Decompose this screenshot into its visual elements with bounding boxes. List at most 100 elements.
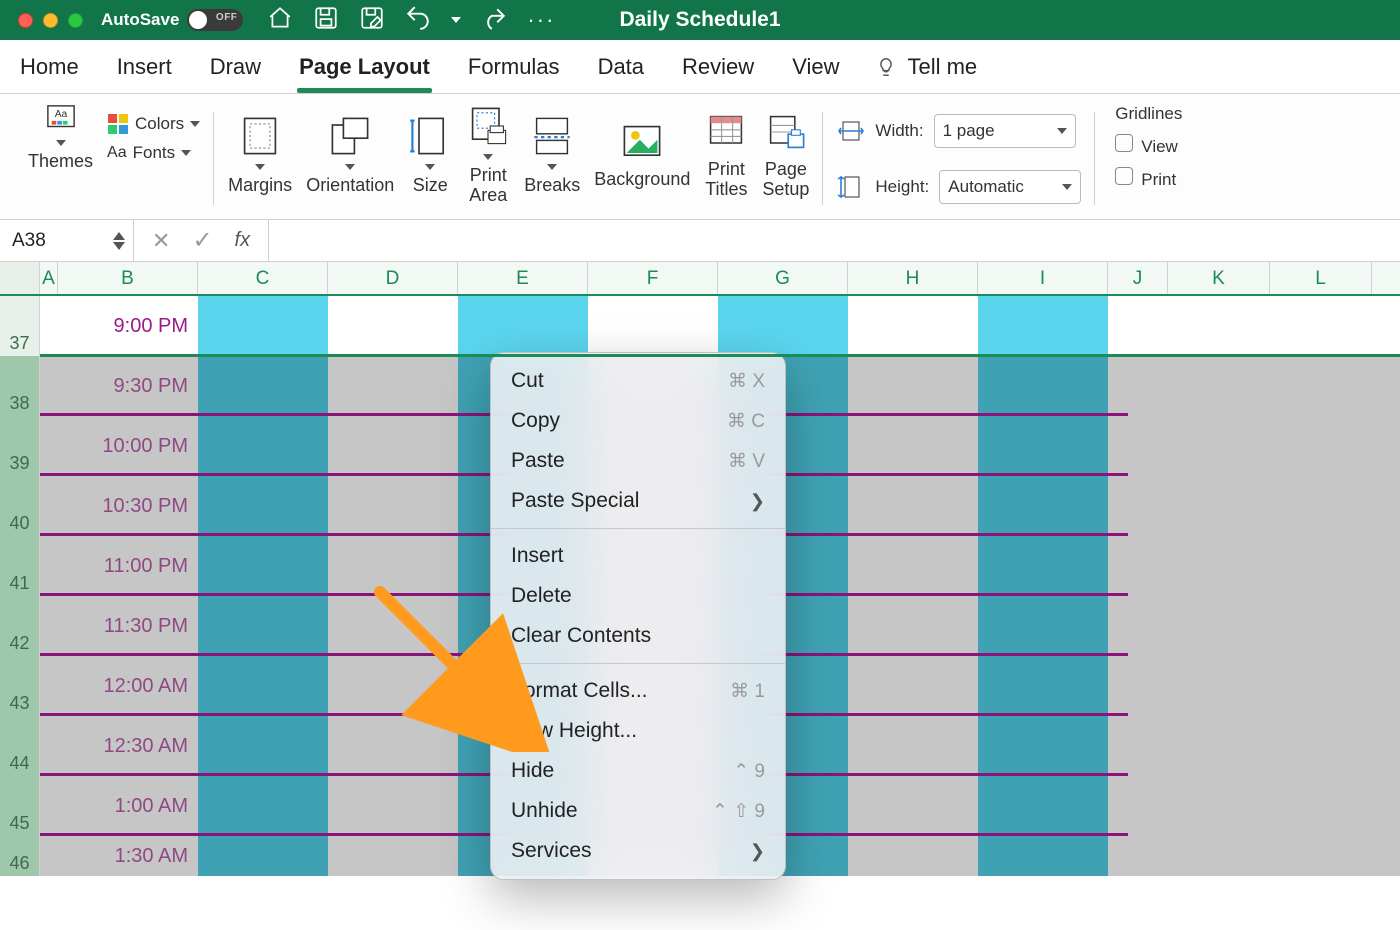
cell-J42[interactable] <box>1108 596 1168 656</box>
cell-H39[interactable] <box>848 416 978 476</box>
cell-L38[interactable] <box>1270 356 1372 416</box>
tell-me-search[interactable]: Tell me <box>875 54 977 80</box>
cell-D46[interactable] <box>328 836 458 876</box>
cell-I43[interactable] <box>978 656 1108 716</box>
cell-C45[interactable] <box>198 776 328 836</box>
print-titles-button[interactable]: Print Titles <box>704 110 748 200</box>
cell-H43[interactable] <box>848 656 978 716</box>
cell-J43[interactable] <box>1108 656 1168 716</box>
cell-K39[interactable] <box>1168 416 1270 476</box>
orientation-button[interactable]: Orientation <box>306 114 394 196</box>
menu-item-unhide[interactable]: Unhide⌃ ⇧ 9 <box>491 791 785 831</box>
width-select[interactable]: 1 page <box>934 114 1076 148</box>
cell-H44[interactable] <box>848 716 978 776</box>
tab-home[interactable]: Home <box>18 50 81 84</box>
col-header-L[interactable]: L <box>1270 262 1372 294</box>
cell-L41[interactable] <box>1270 536 1372 596</box>
cell-J40[interactable] <box>1108 476 1168 536</box>
cell-C40[interactable] <box>198 476 328 536</box>
confirm-icon[interactable]: ✓ <box>192 226 212 255</box>
cell-L40[interactable] <box>1270 476 1372 536</box>
cell-I38[interactable] <box>978 356 1108 416</box>
cell-H46[interactable] <box>848 836 978 876</box>
col-header-F[interactable]: F <box>588 262 718 294</box>
cell-K40[interactable] <box>1168 476 1270 536</box>
cell-B43[interactable]: 12:00 AM <box>58 656 198 716</box>
more-icon[interactable]: ··· <box>527 7 555 33</box>
undo-icon[interactable] <box>405 5 431 36</box>
select-all-corner[interactable] <box>0 262 40 294</box>
cell-H37[interactable] <box>848 296 978 356</box>
cell-I40[interactable] <box>978 476 1108 536</box>
cell-B42[interactable]: 11:30 PM <box>58 596 198 656</box>
size-button[interactable]: Size <box>408 114 452 196</box>
close-window-icon[interactable] <box>18 13 33 28</box>
col-header-D[interactable]: D <box>328 262 458 294</box>
cell-B41[interactable]: 11:00 PM <box>58 536 198 596</box>
cell-E37[interactable] <box>458 296 588 356</box>
colors-button[interactable]: Colors <box>107 113 200 135</box>
cell-C46[interactable] <box>198 836 328 876</box>
minimize-window-icon[interactable] <box>43 13 58 28</box>
height-select[interactable]: Automatic <box>939 170 1081 204</box>
col-header-H[interactable]: H <box>848 262 978 294</box>
cell-B46[interactable]: 1:30 AM <box>58 836 198 876</box>
cell-D44[interactable] <box>328 716 458 776</box>
cell-B38[interactable]: 9:30 PM <box>58 356 198 416</box>
tab-view[interactable]: View <box>790 50 841 84</box>
cell-L46[interactable] <box>1270 836 1372 876</box>
col-header-I[interactable]: I <box>978 262 1108 294</box>
col-header-J[interactable]: J <box>1108 262 1168 294</box>
cell-D45[interactable] <box>328 776 458 836</box>
col-header-B[interactable]: B <box>58 262 198 294</box>
cell-A41[interactable] <box>40 536 58 596</box>
cell-D42[interactable] <box>328 596 458 656</box>
cell-J39[interactable] <box>1108 416 1168 476</box>
row-header-40[interactable]: 40 <box>0 476 40 536</box>
breaks-button[interactable]: Breaks <box>524 114 580 196</box>
cell-I46[interactable] <box>978 836 1108 876</box>
cell-D41[interactable] <box>328 536 458 596</box>
cell-C37[interactable] <box>198 296 328 356</box>
row-header-41[interactable]: 41 <box>0 536 40 596</box>
col-header-A[interactable]: A <box>40 262 58 294</box>
name-box[interactable]: A38 <box>0 220 134 261</box>
menu-item-services[interactable]: Services❯ <box>491 831 785 871</box>
menu-item-clear-contents[interactable]: Clear Contents <box>491 616 785 656</box>
autosave-toggle[interactable]: OFF <box>187 9 243 31</box>
menu-item-delete[interactable]: Delete <box>491 576 785 616</box>
cell-B44[interactable]: 12:30 AM <box>58 716 198 776</box>
cell-I41[interactable] <box>978 536 1108 596</box>
row-header-43[interactable]: 43 <box>0 656 40 716</box>
cell-D43[interactable] <box>328 656 458 716</box>
menu-item-format-cells[interactable]: Format Cells...⌘ 1 <box>491 671 785 711</box>
cell-I45[interactable] <box>978 776 1108 836</box>
background-button[interactable]: Background <box>594 120 690 190</box>
cell-H38[interactable] <box>848 356 978 416</box>
menu-item-paste[interactable]: Paste⌘ V <box>491 441 785 481</box>
cell-J45[interactable] <box>1108 776 1168 836</box>
menu-item-hide[interactable]: Hide⌃ 9 <box>491 751 785 791</box>
cell-K42[interactable] <box>1168 596 1270 656</box>
gridlines-view-checkbox[interactable]: View <box>1115 134 1182 157</box>
themes-button[interactable]: Aa Themes <box>28 104 93 172</box>
gridlines-print-checkbox[interactable]: Print <box>1115 167 1182 190</box>
cell-L37[interactable] <box>1270 296 1372 356</box>
cell-H42[interactable] <box>848 596 978 656</box>
menu-item-paste-special[interactable]: Paste Special❯ <box>491 481 785 521</box>
row-header-39[interactable]: 39 <box>0 416 40 476</box>
tab-draw[interactable]: Draw <box>208 50 263 84</box>
cell-A37[interactable] <box>40 296 58 356</box>
cell-J37[interactable] <box>1108 296 1168 356</box>
cell-I42[interactable] <box>978 596 1108 656</box>
autosave-control[interactable]: AutoSave OFF <box>101 9 243 31</box>
menu-item-row-height[interactable]: Row Height... <box>491 711 785 751</box>
cell-D38[interactable] <box>328 356 458 416</box>
home-icon[interactable] <box>267 5 293 36</box>
cell-H45[interactable] <box>848 776 978 836</box>
fx-icon[interactable]: fx <box>235 229 251 252</box>
margins-button[interactable]: Margins <box>228 114 292 196</box>
row-header-42[interactable]: 42 <box>0 596 40 656</box>
cell-A44[interactable] <box>40 716 58 776</box>
cell-L39[interactable] <box>1270 416 1372 476</box>
